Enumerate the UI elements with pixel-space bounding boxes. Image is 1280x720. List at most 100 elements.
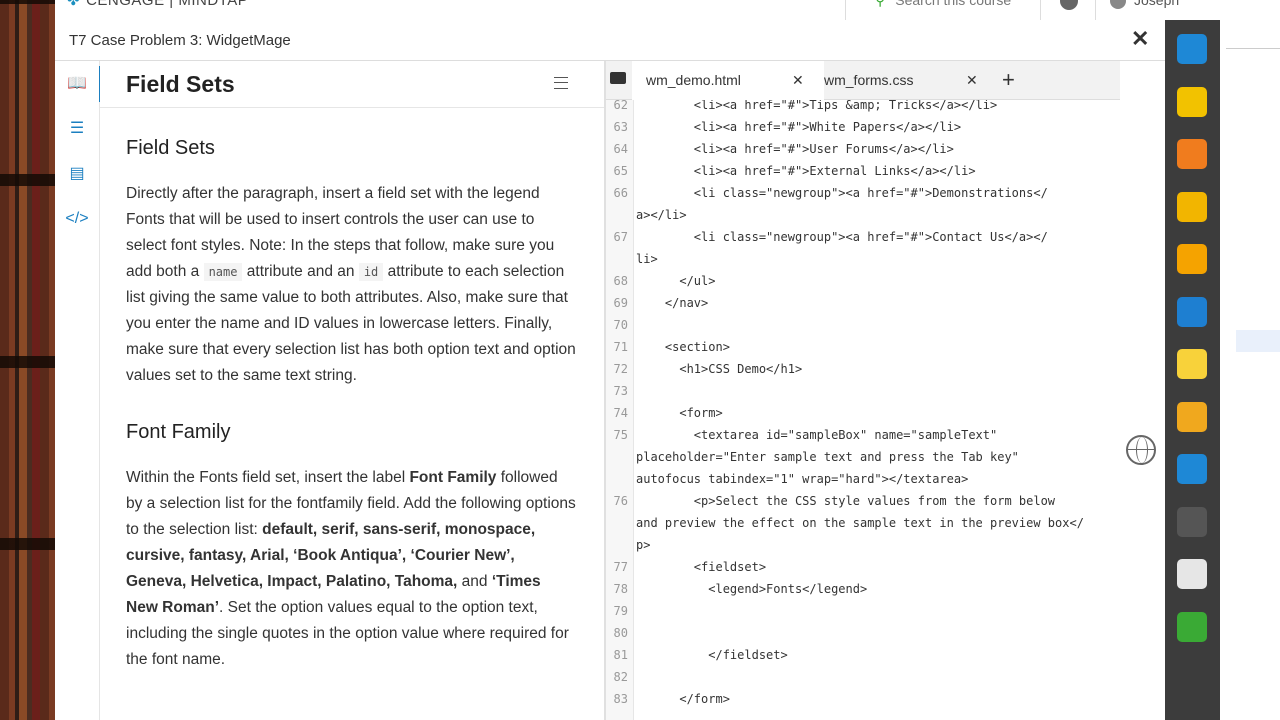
hamburger-menu-icon[interactable] — [554, 77, 568, 89]
code-line[interactable]: 80 — [606, 622, 1120, 644]
code-text: <li><a href="#">External Links</a></li> — [636, 164, 976, 178]
code-line[interactable]: 65 <li><a href="#">External Links</a></l… — [606, 160, 1120, 182]
close-button[interactable]: ✕ — [1131, 26, 1149, 52]
code-line[interactable]: 77 <fieldset> — [606, 556, 1120, 578]
text: and — [457, 573, 492, 590]
code-line[interactable]: 74 <form> — [606, 402, 1120, 424]
search-placeholder: Search this course — [895, 0, 1012, 8]
code-line[interactable]: a></li> — [606, 204, 1120, 226]
notes-icon[interactable] — [1177, 349, 1207, 379]
code-line[interactable]: 66 <li class="newgroup"><a href="#">Demo… — [606, 182, 1120, 204]
pencil-icon[interactable] — [1177, 86, 1207, 117]
help-icon[interactable] — [1060, 0, 1078, 10]
line-number: 72 — [613, 362, 628, 376]
az-dictionary-icon[interactable] — [1177, 191, 1207, 222]
code-text: <textarea id="sampleBox" name="sampleTex… — [636, 428, 998, 442]
code-id: id — [358, 263, 384, 281]
course-search[interactable]: ⚲ Search this course — [875, 0, 1011, 9]
instructions-header: Field Sets — [100, 61, 604, 108]
code-line[interactable]: 68 </ul> — [606, 270, 1120, 292]
code-editor: wm_demo.html ✕ wm_forms.css ✕ + 62 <li><… — [606, 61, 1120, 720]
notebook-icon[interactable] — [1177, 559, 1207, 589]
add-tab-button[interactable]: + — [1002, 67, 1015, 93]
line-number: 75 — [613, 428, 628, 442]
line-number: 63 — [613, 120, 628, 134]
code-line[interactable]: 64 <li><a href="#">User Forums</a></li> — [606, 138, 1120, 160]
instructions-panel: Field Sets Field Sets Directly after the… — [100, 61, 604, 720]
readspeaker-icon[interactable] — [1177, 401, 1207, 432]
code-line[interactable]: 81 </fieldset> — [606, 644, 1120, 666]
briefcase-icon[interactable] — [1177, 34, 1207, 64]
code-line[interactable]: 78 <legend>Fonts</legend> — [606, 578, 1120, 600]
line-number: 65 — [613, 164, 628, 178]
search-q-icon[interactable] — [1177, 506, 1207, 537]
code-text: </form> — [636, 692, 730, 706]
code-text: <li class="newgroup"><a href="#">Contact… — [636, 230, 1048, 244]
line-number: 83 — [613, 692, 628, 706]
search-icon: ⚲ — [875, 0, 886, 8]
close-tab-icon[interactable]: ✕ — [966, 61, 978, 99]
rss-icon[interactable] — [1177, 139, 1207, 169]
code-line[interactable]: 69 </nav> — [606, 292, 1120, 314]
code-text: <legend>Fonts</legend> — [636, 582, 868, 596]
line-number: 64 — [613, 142, 628, 156]
code-text: <li><a href="#">White Papers</a></li> — [636, 120, 962, 134]
code-text: <form> — [636, 406, 723, 420]
bold-text: Font Family — [409, 469, 497, 486]
code-text: <fieldset> — [636, 560, 767, 574]
book-icon[interactable]: 📖 — [55, 66, 102, 102]
globe-icon[interactable] — [1126, 435, 1156, 465]
line-number: 74 — [613, 406, 628, 420]
top-bar: ✤ CENGAGE | MINDTAP ⚲ Search this course J… — [55, 0, 1220, 21]
code-line[interactable]: li> — [606, 248, 1120, 270]
text: attribute to each selection list giving … — [126, 263, 576, 384]
code-text: <section> — [636, 340, 730, 354]
chart-icon[interactable]: ▤ — [55, 156, 99, 192]
code-line[interactable]: 82 — [606, 666, 1120, 688]
brand: ✤ CENGAGE | MINDTAP — [67, 0, 248, 9]
divider — [845, 0, 846, 20]
code-line[interactable]: 83 </form> — [606, 688, 1120, 710]
code-line[interactable]: 72 <h1>CSS Demo</h1> — [606, 358, 1120, 380]
code-text: <h1>CSS Demo</h1> — [636, 362, 803, 376]
code-line[interactable]: and preview the effect on the sample tex… — [606, 512, 1120, 534]
divider — [1095, 0, 1096, 20]
code-text: </ul> — [636, 274, 716, 288]
tasks-icon[interactable]: ☰ — [55, 111, 99, 147]
code-line[interactable]: 62 <li><a href="#">Tips &amp; Tricks</a>… — [606, 100, 1120, 116]
code-line[interactable]: p> — [606, 534, 1120, 556]
close-tab-icon[interactable]: ✕ — [792, 61, 804, 99]
line-number: 69 — [613, 296, 628, 310]
tab-label: wm_demo.html — [646, 72, 741, 88]
app-dock — [1165, 20, 1220, 720]
code-area[interactable]: 62 <li><a href="#">Tips &amp; Tricks</a>… — [606, 100, 1120, 720]
code-text: placeholder="Enter sample text and press… — [636, 450, 1019, 464]
editor-tabs: wm_demo.html ✕ wm_forms.css ✕ + — [606, 61, 1120, 101]
code-line[interactable]: 63 <li><a href="#">White Papers</a></li> — [606, 116, 1120, 138]
code-icon[interactable]: </> — [55, 201, 99, 237]
folder-icon[interactable] — [610, 72, 626, 84]
user-icon — [1110, 0, 1126, 10]
instructions-body: Field Sets Directly after the paragraph,… — [126, 123, 576, 703]
code-line[interactable]: 76 <p>Select the CSS style values from t… — [606, 490, 1120, 512]
cnow-icon[interactable] — [1177, 454, 1207, 484]
code-text: </fieldset> — [636, 648, 788, 662]
background-line — [1226, 28, 1280, 49]
user-menu[interactable]: Joseph — [1110, 0, 1179, 10]
code-line[interactable]: 73 — [606, 380, 1120, 402]
code-text: li> — [636, 252, 658, 266]
ebook-icon[interactable] — [1177, 296, 1207, 327]
instruction-paragraph: Within the Fonts field set, insert the l… — [126, 465, 576, 673]
bibliography-icon[interactable] — [1177, 244, 1207, 274]
code-line[interactable]: 71 <section> — [606, 336, 1120, 358]
code-line[interactable]: placeholder="Enter sample text and press… — [606, 446, 1120, 468]
code-line[interactable]: 75 <textarea id="sampleBox" name="sample… — [606, 424, 1120, 446]
brand-name: CENGAGE | MINDTAP — [86, 0, 249, 9]
code-line[interactable]: 79 — [606, 600, 1120, 622]
code-line[interactable]: autofocus tabindex="1" wrap="hard"></tex… — [606, 468, 1120, 490]
code-line[interactable]: 67 <li class="newgroup"><a href="#">Cont… — [606, 226, 1120, 248]
divider — [1040, 0, 1041, 20]
code-line[interactable]: 70 — [606, 314, 1120, 336]
profile-icon[interactable] — [1177, 611, 1207, 642]
line-number: 73 — [613, 384, 628, 398]
